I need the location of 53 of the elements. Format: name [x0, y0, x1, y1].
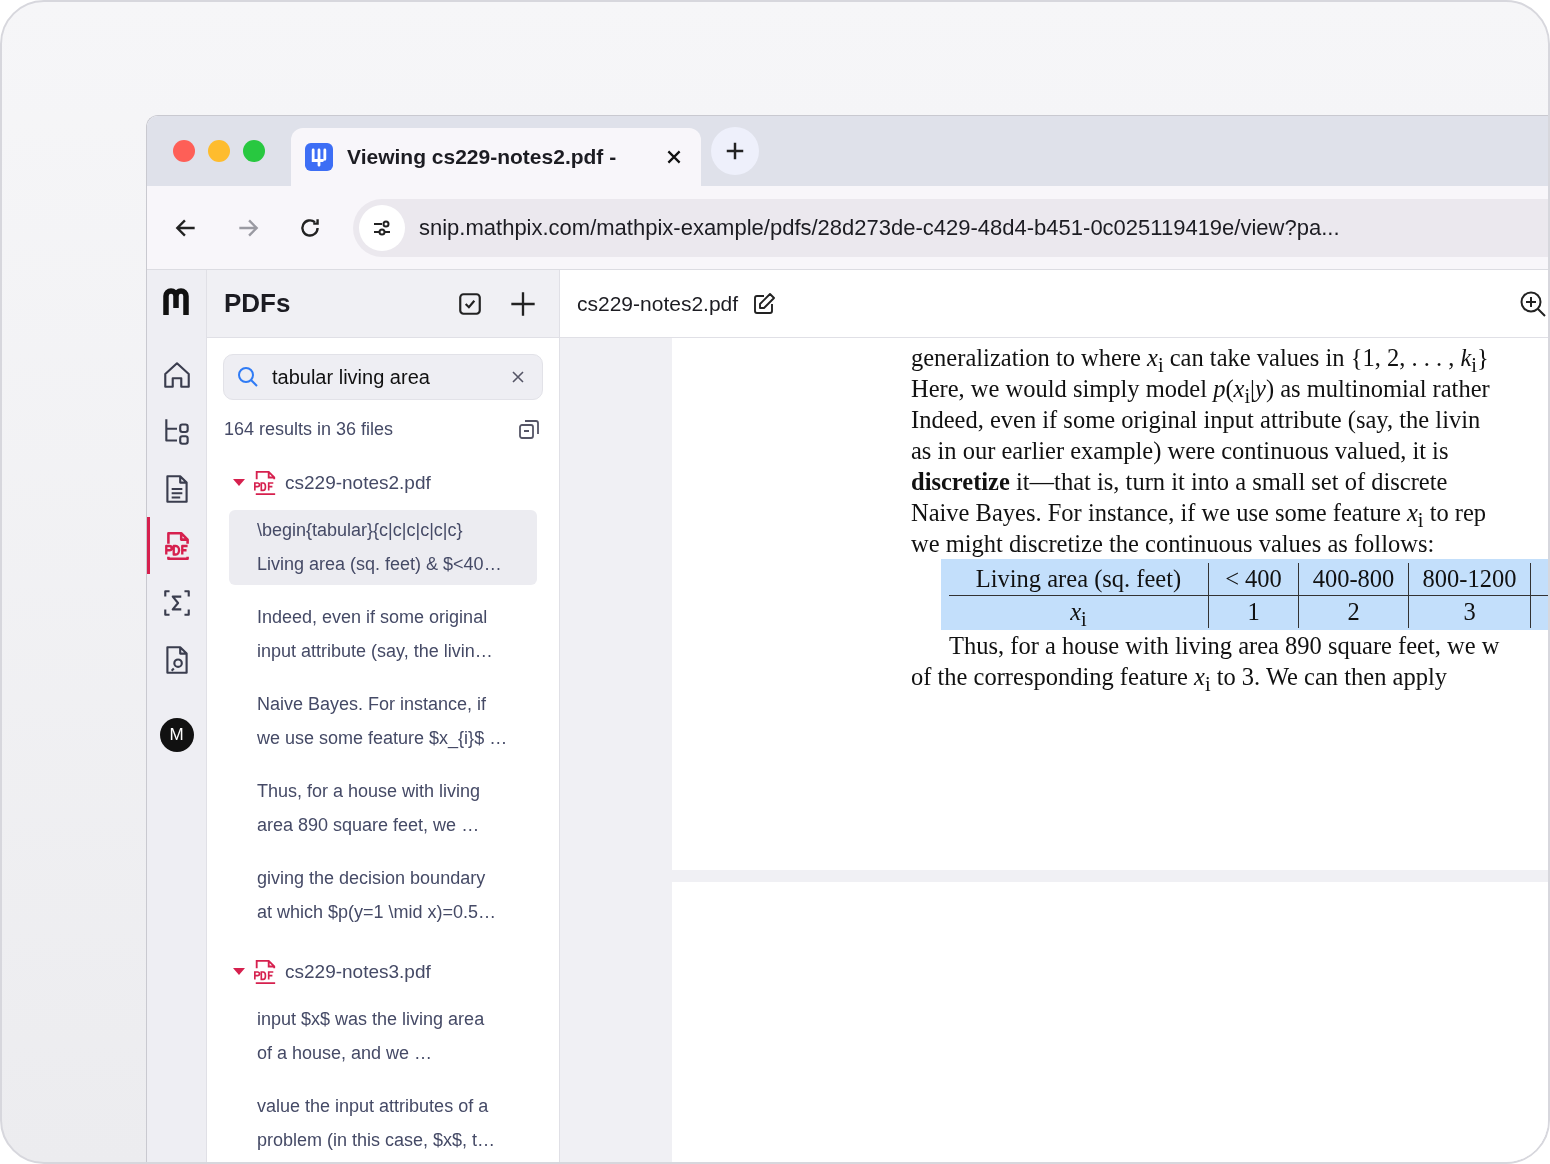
logo-icon[interactable] [161, 288, 192, 318]
clear-icon[interactable] [510, 369, 526, 385]
document-text-line: Thus, for a house with living area 890 square feet, we w [948, 631, 1501, 661]
document-text-line: discretize it—that is, turn it into a small set of discrete [911, 467, 1449, 497]
document-text-line: of the corresponding feature x$_{i}$ to 3. We can then apply [911, 662, 1448, 692]
search-result[interactable]: \begin{tabular}{c|c|c|c|c|c} Living area (sq. feet) & $<40… [229, 510, 537, 585]
collapse-all-icon[interactable] [517, 417, 541, 441]
add-icon[interactable] [509, 289, 537, 318]
search-icon [236, 365, 260, 389]
pdf-file-icon [253, 470, 277, 496]
document-text-line: Here, we would simply model p(x$_{i}$|y) as multinomial rather [911, 374, 1491, 404]
results-count: 164 results in 36 files [224, 418, 394, 440]
document-text-line: we might discretize the continuous values as follows: [911, 529, 1436, 559]
edit-icon[interactable] [752, 291, 777, 316]
table-cell: 2 [1299, 596, 1409, 628]
document-text-line: Indeed, even if some original input attribute (say, the livin [911, 405, 1482, 435]
search-result[interactable]: value the input attributes of a problem (in this case, $x$, t… [229, 1086, 537, 1161]
pdf-file-icon [253, 959, 277, 985]
panel-title: PDFs [224, 288, 292, 319]
file-name[interactable]: cs229-notes3.pdf [285, 961, 431, 983]
search-bar[interactable]: tabular living area [223, 354, 543, 400]
search-result[interactable]: Indeed, even if some original input attribute (say, the livin… [229, 597, 537, 672]
document-text-line: Naive Bayes. For instance, if we use some feature x$_{i}$ to rep [911, 498, 1488, 528]
plus-icon [724, 140, 746, 162]
search-result[interactable]: giving the decision boundary at which $p(y=1 \mid x)=0.5… [229, 858, 537, 933]
user-avatar[interactable]: M [159, 718, 194, 752]
browser-tab[interactable]: Viewing cs229-notes2.pdf - [291, 128, 701, 186]
address-bar[interactable]: snip.mathpix.com/mathpix-example/pdfs/28d273de-c429-48d4-b451-0c025119419e/view?pa... [353, 198, 1548, 257]
caret-icon[interactable] [233, 968, 245, 976]
zoom-in-icon[interactable] [1519, 289, 1547, 318]
new-tab-button[interactable] [711, 127, 759, 175]
search-input[interactable]: tabular living area [270, 364, 500, 390]
document-text-line: as in our earlier example) were continuous valued, it is [911, 436, 1450, 466]
table-cell: 1 [1209, 596, 1299, 628]
caret-icon[interactable] [233, 479, 245, 487]
site-settings-icon[interactable] [359, 204, 405, 251]
table-cell: Living area (sq. feet) [949, 563, 1209, 595]
table-cell: x$_{i}$ [949, 596, 1209, 628]
search-result[interactable]: input $x$ was the living area of a house, and we … [229, 999, 537, 1074]
table-cell: 400-800 [1299, 563, 1409, 595]
search-result[interactable]: Naive Bayes. For instance, if we use some feature $x_{i}$ … [229, 684, 537, 759]
url-text: snip.mathpix.com/mathpix-example/pdfs/28d273de-c429-48d4-b451-0c025119419e/view?pa... [419, 214, 1340, 241]
document-text-line: generalization to where x$_{i}$ can take values in {1, 2, . . . , k$_{i}$} [911, 343, 1490, 373]
table-cell: 800-1200 [1409, 563, 1531, 595]
tab-title: Viewing cs229-notes2.pdf - [347, 145, 618, 169]
select-checkbox-icon[interactable] [457, 290, 483, 317]
app-logo-icon [305, 143, 333, 171]
table-cell: < 400 [1209, 563, 1299, 595]
table-cell: 3 [1409, 596, 1531, 628]
file-name[interactable]: cs229-notes2.pdf [285, 472, 431, 494]
document-title: cs229-notes2.pdf [577, 291, 739, 316]
close-icon[interactable] [665, 148, 683, 166]
search-result[interactable]: Thus, for a house with living area 890 square feet, we … [229, 771, 537, 846]
